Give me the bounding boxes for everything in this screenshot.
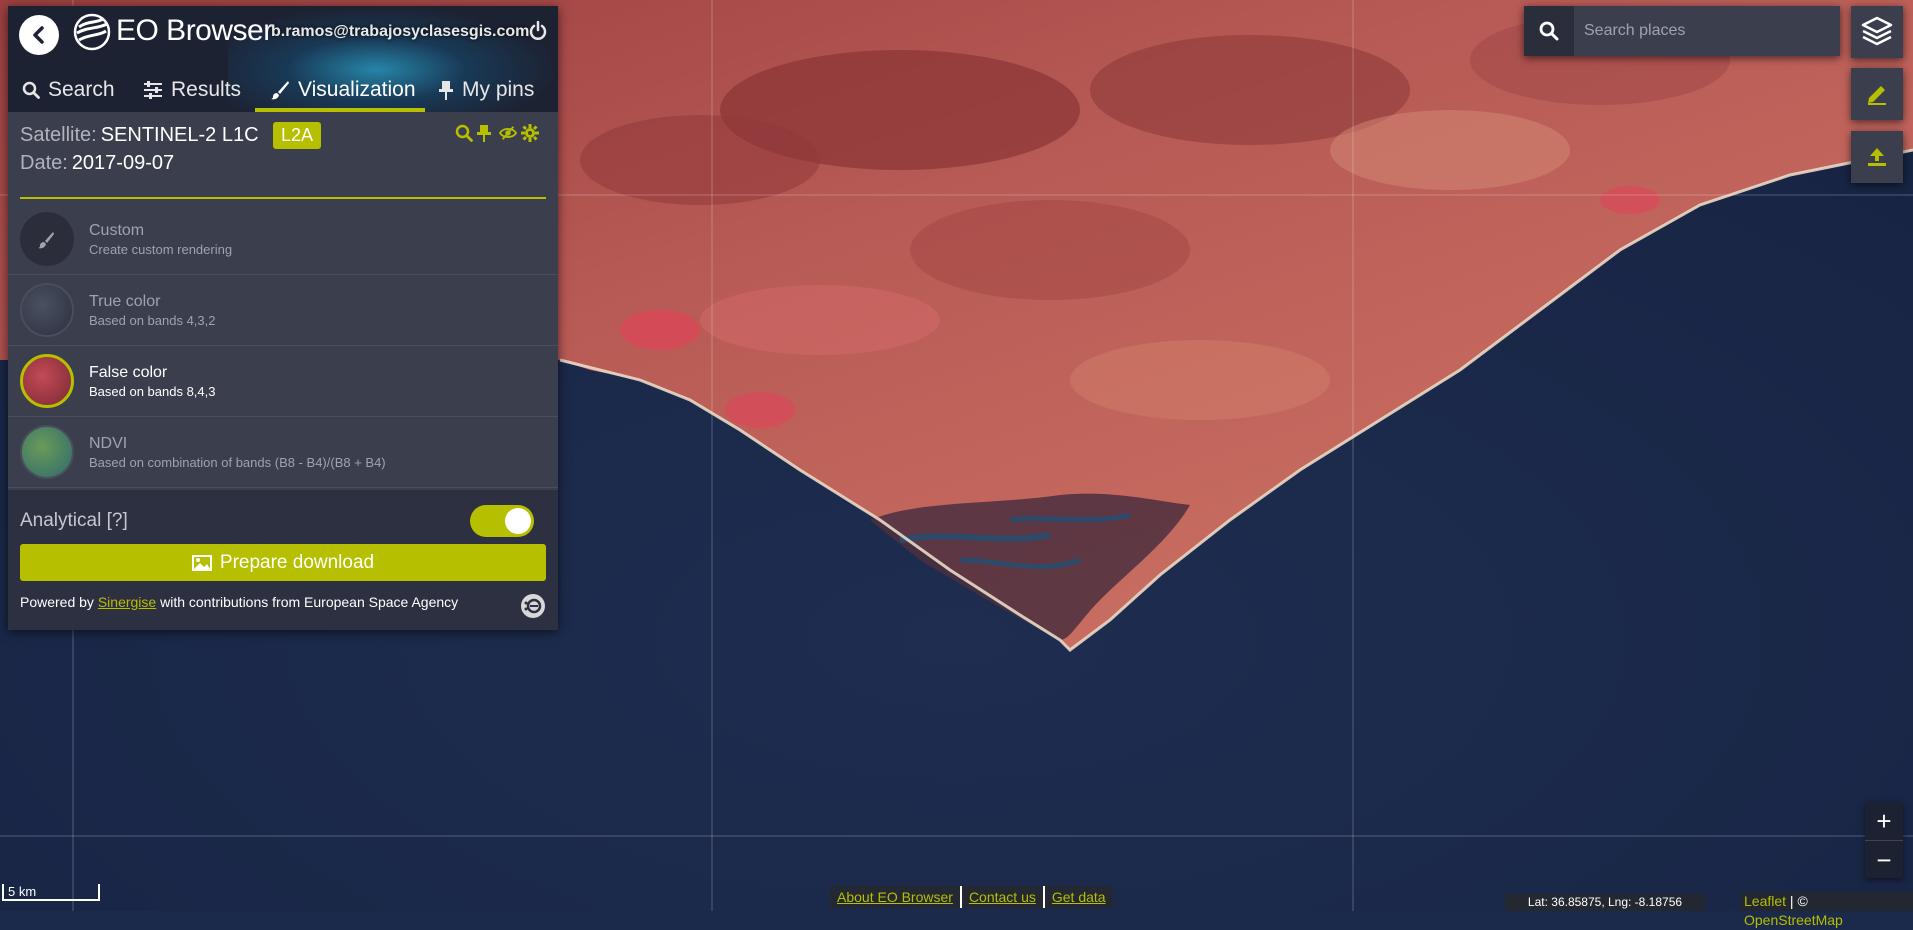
footer-links: About EO Browser Contact us Get data [830, 886, 1113, 908]
pin-icon[interactable] [477, 124, 495, 142]
prepare-download-label: Prepare download [219, 551, 375, 573]
zoom-in-button[interactable]: + [1865, 802, 1903, 841]
get-data-link[interactable]: Get data [1045, 889, 1113, 905]
layer-description: Create custom rendering [89, 242, 233, 257]
chevron-left-icon [33, 26, 44, 44]
layer-description: Based on combination of bands (B8 - B4)/… [89, 455, 386, 470]
tab-my-pins-label: My pins [462, 78, 535, 101]
back-button[interactable] [19, 15, 59, 55]
sliders-icon [143, 81, 163, 99]
layer-description: Based on bands 4,3,2 [89, 313, 216, 328]
panel-footer: Analytical [?] Prepare download Powered … [8, 490, 558, 630]
search-icon [1539, 21, 1559, 41]
gear-icon[interactable] [521, 124, 539, 142]
map-attribution: Leaflet | © OpenStreetMap [1740, 892, 1913, 928]
l2a-badge[interactable]: L2A [273, 122, 322, 149]
about-eo-browser-link[interactable]: About EO Browser [830, 889, 960, 905]
openstreetmap-link[interactable]: OpenStreetMap [1744, 912, 1843, 928]
layer-name: Custom [89, 222, 145, 239]
visibility-toggle-icon[interactable] [499, 124, 517, 142]
pin-icon [438, 80, 454, 100]
zoom-to-tile-icon[interactable] [455, 124, 473, 142]
true-color-thumbnail [20, 283, 74, 337]
product-tools [455, 124, 539, 142]
date-label: Date: [20, 152, 68, 174]
upload-icon [1868, 148, 1886, 166]
search-places-box [1524, 6, 1840, 56]
cursor-coordinates: Lat: 36.85875, Lng: -8.18756 [1505, 894, 1705, 911]
search-places-input[interactable] [1574, 6, 1834, 56]
powered-by-text: Powered by Sinergise with contributions … [20, 594, 458, 610]
measure-button[interactable] [1851, 68, 1903, 120]
layer-description: Based on bands 8,4,3 [89, 384, 216, 399]
info-divider [20, 197, 546, 199]
tab-results-label: Results [171, 78, 242, 101]
zoom-control: + − [1865, 802, 1903, 878]
app-title: EO Browser [116, 14, 273, 47]
contact-us-link[interactable]: Contact us [962, 889, 1043, 905]
eo-browser-logo-icon [73, 13, 111, 51]
tab-my-pins[interactable]: My pins [438, 68, 534, 112]
esa-logo-icon [521, 594, 545, 618]
date-row: Date: 2017-09-07 [20, 152, 174, 175]
layers-button[interactable] [1851, 6, 1903, 58]
custom-layer-thumbnail [20, 212, 74, 266]
false-color-thumbnail [20, 354, 74, 408]
prepare-download-button[interactable]: Prepare download [20, 544, 546, 581]
panel-header: EO Browser b.ramos@trabajosyclasesgis.co… [8, 6, 558, 112]
toggle-knob [505, 508, 531, 534]
layers-icon [1861, 16, 1893, 46]
tab-bar: Search Results Visualization My pins [8, 68, 558, 112]
layer-name: True color [89, 293, 161, 310]
layer-item-custom[interactable]: Custom Create custom rendering [8, 204, 558, 275]
layer-list: Custom Create custom rendering True colo… [8, 204, 558, 488]
tab-results[interactable]: Results [143, 68, 241, 112]
layer-item-ndvi[interactable]: NDVI Based on combination of bands (B8 -… [8, 417, 558, 488]
analytical-toggle[interactable] [470, 505, 534, 537]
layer-item-true-color[interactable]: True color Based on bands 4,3,2 [8, 275, 558, 346]
upload-button[interactable] [1851, 131, 1903, 183]
zoom-out-button[interactable]: − [1865, 841, 1903, 879]
product-info: Satellite: SENTINEL-2 L1C L2A Date: 2017-0… [8, 112, 558, 199]
user-email: b.ramos@trabajosyclasesgis.com [271, 23, 530, 40]
tab-visualization-label: Visualization [298, 78, 416, 101]
leaflet-link[interactable]: Leaflet [1744, 893, 1786, 909]
brush-icon [270, 80, 290, 100]
powered-suffix: with contributions from European Space A… [160, 594, 459, 610]
power-icon[interactable] [528, 21, 548, 41]
layer-name: NDVI [89, 435, 128, 452]
brush-icon [38, 232, 54, 249]
satellite-row: Satellite: SENTINEL-2 L1C [20, 124, 259, 147]
date-value: 2017-09-07 [71, 152, 175, 174]
tab-search-label: Search [48, 78, 115, 101]
tab-visualization[interactable]: Visualization [270, 68, 416, 112]
pencil-icon [1868, 86, 1886, 105]
satellite-value: SENTINEL-2 L1C [100, 124, 259, 146]
powered-prefix: Powered by [20, 594, 94, 610]
search-icon [22, 81, 40, 99]
sidebar-panel: EO Browser b.ramos@trabajosyclasesgis.co… [8, 6, 558, 630]
sinergise-link[interactable]: Sinergise [98, 594, 156, 610]
analytical-label[interactable]: Analytical [?] [20, 510, 128, 532]
tab-search[interactable]: Search [22, 68, 115, 112]
scale-bar: 5 km [2, 884, 100, 901]
search-places-button[interactable] [1524, 6, 1574, 56]
attribution-separator: | © [1786, 893, 1808, 909]
satellite-label: Satellite: [20, 124, 97, 146]
image-icon [191, 554, 212, 571]
layer-name: False color [89, 364, 168, 381]
layer-item-false-color[interactable]: False color Based on bands 8,4,3 [8, 346, 558, 417]
ndvi-thumbnail [20, 425, 74, 479]
